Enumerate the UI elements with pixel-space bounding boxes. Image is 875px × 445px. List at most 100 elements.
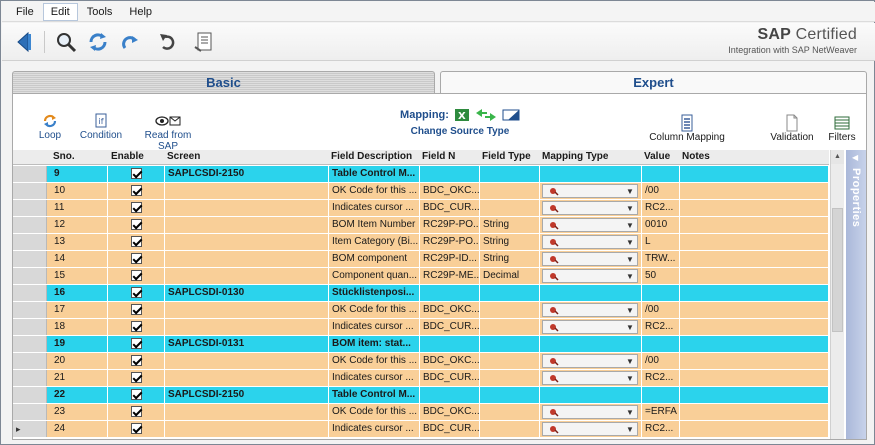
col-header-notes[interactable]: Notes: [682, 151, 710, 162]
cell-mapping-type[interactable]: ▼: [540, 421, 642, 437]
mapping-type-dropdown[interactable]: ▼: [542, 320, 638, 334]
excel-icon[interactable]: X: [454, 108, 470, 122]
swap-arrows-icon[interactable]: [475, 109, 497, 121]
cell-mapping-type[interactable]: ▼: [540, 217, 642, 233]
table-row[interactable]: 19 SAPLCSDI-0131 BOM item: stat...: [13, 336, 829, 353]
enable-checkbox[interactable]: [130, 338, 142, 349]
cell-mapping-type[interactable]: ▼: [540, 268, 642, 284]
cell-enable[interactable]: [108, 251, 165, 267]
menu-edit[interactable]: Edit: [42, 2, 78, 21]
mapping-type-dropdown[interactable]: ▼: [542, 235, 638, 249]
cell-mapping-type[interactable]: ▼: [540, 370, 642, 386]
filters-button[interactable]: Filters: [825, 114, 859, 143]
cell-enable[interactable]: [108, 319, 165, 335]
mapping-type-dropdown[interactable]: ▼: [542, 184, 638, 198]
mapping-type-dropdown[interactable]: ▼: [542, 303, 638, 317]
cell-mapping-type[interactable]: ▼: [540, 251, 642, 267]
loop-button[interactable]: Loop: [37, 112, 63, 141]
chevron-down-icon[interactable]: ▼: [625, 203, 635, 214]
row-selector[interactable]: [13, 234, 47, 250]
row-selector[interactable]: [13, 336, 47, 352]
row-selector[interactable]: [13, 404, 47, 420]
back-button[interactable]: [10, 28, 38, 56]
menu-help[interactable]: Help: [121, 3, 160, 21]
enable-checkbox[interactable]: [130, 406, 142, 417]
mapping-type-dropdown[interactable]: ▼: [542, 422, 638, 436]
properties-sidebar[interactable]: ◀ Properties: [846, 150, 866, 439]
enable-checkbox[interactable]: [130, 253, 142, 264]
tab-expert[interactable]: Expert: [440, 71, 867, 93]
row-selector[interactable]: [13, 166, 47, 182]
cell-mapping-type[interactable]: ▼: [540, 200, 642, 216]
row-selector[interactable]: [13, 353, 47, 369]
column-mapping-button[interactable]: Column Mapping: [649, 114, 725, 143]
enable-checkbox[interactable]: [130, 372, 142, 383]
cell-enable[interactable]: [108, 166, 165, 182]
chevron-down-icon[interactable]: ▼: [625, 305, 635, 316]
col-header-value[interactable]: Value: [644, 151, 670, 162]
table-row[interactable]: 20 OK Code for this ... BDC_OKC... ▼ /00: [13, 353, 829, 370]
row-selector[interactable]: ▸: [13, 421, 47, 437]
col-header-screen[interactable]: Screen: [167, 151, 200, 162]
table-row[interactable]: 17 OK Code for this ... BDC_OKC... ▼ /00: [13, 302, 829, 319]
vertical-scrollbar[interactable]: ▲: [830, 150, 844, 439]
cell-enable[interactable]: [108, 183, 165, 199]
cell-enable[interactable]: [108, 370, 165, 386]
cell-mapping-type[interactable]: ▼: [540, 234, 642, 250]
row-selector[interactable]: [13, 302, 47, 318]
cell-mapping-type[interactable]: ▼: [540, 183, 642, 199]
cell-enable[interactable]: [108, 302, 165, 318]
enable-checkbox[interactable]: [130, 202, 142, 213]
mapping-type-dropdown[interactable]: ▼: [542, 405, 638, 419]
table-row[interactable]: 15 Component quan... RC29P-ME... Decimal ▼ 50: [13, 268, 829, 285]
mapping-type-dropdown[interactable]: ▼: [542, 218, 638, 232]
enable-checkbox[interactable]: [130, 168, 142, 179]
mapping-type-dropdown[interactable]: ▼: [542, 354, 638, 368]
col-header-enable[interactable]: Enable: [111, 151, 144, 162]
col-header-field-type[interactable]: Field Type: [482, 151, 531, 162]
collapse-arrow-icon[interactable]: ◀: [852, 153, 858, 162]
chevron-down-icon[interactable]: ▼: [625, 373, 635, 384]
cell-enable[interactable]: [108, 404, 165, 420]
table-row[interactable]: 10 OK Code for this ... BDC_OKC... ▼ /00: [13, 183, 829, 200]
col-header-field-name[interactable]: Field N: [422, 151, 476, 162]
row-selector[interactable]: [13, 370, 47, 386]
chevron-down-icon[interactable]: ▼: [625, 237, 635, 248]
col-header-mapping-type[interactable]: Mapping Type: [542, 151, 608, 162]
cell-mapping-type[interactable]: [540, 387, 642, 403]
refresh-button[interactable]: [84, 28, 112, 56]
cell-enable[interactable]: [108, 268, 165, 284]
cell-enable[interactable]: [108, 336, 165, 352]
undo-button[interactable]: [154, 28, 182, 56]
cell-enable[interactable]: [108, 217, 165, 233]
chevron-down-icon[interactable]: ▼: [625, 424, 635, 435]
chevron-down-icon[interactable]: ▼: [625, 271, 635, 282]
table-row[interactable]: 23 OK Code for this ... BDC_OKC... ▼ =ERFA: [13, 404, 829, 421]
document-button[interactable]: [190, 28, 218, 56]
menu-tools[interactable]: Tools: [79, 3, 121, 21]
cell-enable[interactable]: [108, 285, 165, 301]
chevron-down-icon[interactable]: ▼: [625, 186, 635, 197]
scroll-up-arrow[interactable]: ▲: [831, 150, 844, 164]
row-selector[interactable]: [13, 200, 47, 216]
table-row[interactable]: 22 SAPLCSDI-2150 Table Control M...: [13, 387, 829, 404]
cell-enable[interactable]: [108, 353, 165, 369]
col-header-field-description[interactable]: Field Description: [331, 151, 417, 162]
condition-button[interactable]: if Condition: [79, 112, 123, 141]
enable-checkbox[interactable]: [130, 270, 142, 281]
row-selector[interactable]: [13, 217, 47, 233]
cell-enable[interactable]: [108, 387, 165, 403]
table-row[interactable]: 11 Indicates cursor ... BDC_CUR... ▼ RC2...: [13, 200, 829, 217]
cell-mapping-type[interactable]: [540, 285, 642, 301]
table-row[interactable]: 16 SAPLCSDI-0130 Stücklistenposi...: [13, 285, 829, 302]
enable-checkbox[interactable]: [130, 219, 142, 230]
table-row[interactable]: 9 SAPLCSDI-2150 Table Control M...: [13, 166, 829, 183]
table-row[interactable]: 13 Item Category (Bi... RC29P-PO... String ▼…: [13, 234, 829, 251]
table-row[interactable]: 14 BOM component RC29P-ID... String ▼ TRW...: [13, 251, 829, 268]
col-header-sno[interactable]: Sno.: [53, 151, 75, 162]
row-selector[interactable]: [13, 319, 47, 335]
change-source-type-link[interactable]: Change Source Type: [385, 126, 535, 137]
sap-screen-icon[interactable]: [502, 109, 520, 121]
mapping-type-dropdown[interactable]: ▼: [542, 201, 638, 215]
enable-checkbox[interactable]: [130, 287, 142, 298]
